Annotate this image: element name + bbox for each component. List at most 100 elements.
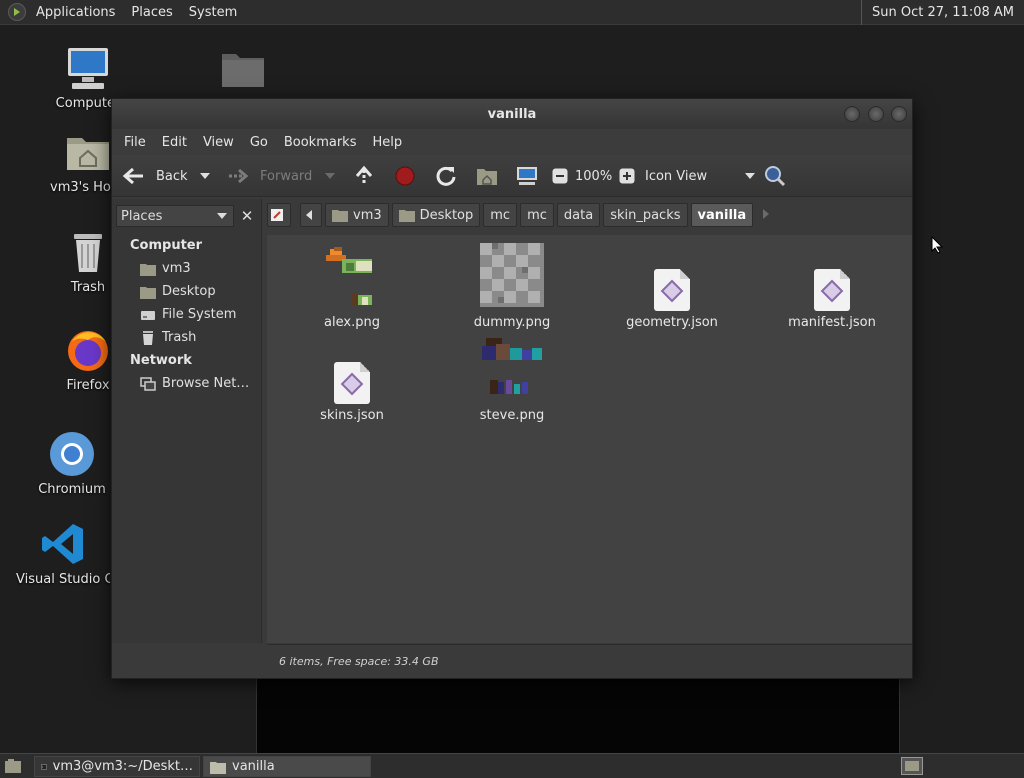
- breadcrumb-vanilla[interactable]: vanilla: [690, 203, 754, 227]
- menu-bookmarks[interactable]: Bookmarks: [276, 135, 365, 150]
- breadcrumb-desktop[interactable]: Desktop: [391, 203, 481, 227]
- image-thumbnail-icon: [476, 243, 548, 311]
- json-file-icon: [316, 336, 388, 404]
- applications-menu[interactable]: Applications: [28, 5, 123, 20]
- dropdown-arrow-icon: [200, 173, 210, 179]
- trash-icon: [143, 330, 153, 345]
- taskbar-item-vanilla[interactable]: vanilla: [203, 756, 371, 777]
- dropdown-arrow-icon: [745, 173, 755, 179]
- home-folder-icon: [332, 210, 348, 222]
- menu-file[interactable]: File: [116, 135, 154, 150]
- show-desktop-icon: [5, 759, 21, 773]
- bottom-panel: vm3@vm3:~/Deskt… vanilla: [0, 753, 1024, 778]
- up-arrow-icon: [355, 165, 373, 185]
- json-file-icon: [636, 243, 708, 311]
- search-button[interactable]: [764, 155, 786, 197]
- menu-go[interactable]: Go: [242, 135, 276, 150]
- home-folder-icon: [140, 263, 156, 276]
- places-sidebar: Places ✕ Computer vm3 Desktop File Syste…: [112, 199, 262, 643]
- breadcrumb-vm3[interactable]: vm3: [325, 203, 389, 227]
- maximize-button[interactable]: [868, 106, 884, 122]
- sidebar-section-network: Network: [130, 353, 192, 368]
- reload-button[interactable]: [435, 155, 457, 197]
- breadcrumb-mc-2[interactable]: mc: [520, 203, 554, 227]
- close-button[interactable]: [891, 106, 907, 122]
- desktop-folder-icon[interactable]: [221, 50, 265, 92]
- edit-location-button[interactable]: [267, 203, 291, 227]
- file-item-manifest[interactable]: manifest.json: [762, 243, 902, 330]
- back-arrow-icon: [122, 167, 143, 185]
- dropdown-arrow-icon: [217, 213, 227, 219]
- forward-button[interactable]: Forward: [226, 155, 312, 197]
- computer-icon: [517, 167, 537, 185]
- computer-button[interactable]: [516, 155, 538, 197]
- menu-edit[interactable]: Edit: [154, 135, 195, 150]
- file-item-steve[interactable]: steve.png: [442, 336, 582, 423]
- sidebar-item-trash[interactable]: Trash: [140, 330, 196, 345]
- desktop-folder-icon: [398, 210, 415, 222]
- breadcrumb-scroll-right[interactable]: [762, 208, 770, 223]
- breadcrumb-scroll-left[interactable]: [300, 203, 322, 227]
- forward-history-dropdown[interactable]: [325, 155, 335, 197]
- window-titlebar[interactable]: vanilla: [112, 99, 912, 129]
- file-item-alex[interactable]: alex.png: [282, 243, 422, 330]
- trash-icon: [64, 228, 112, 276]
- workspace-switcher[interactable]: [901, 757, 923, 778]
- dropdown-arrow-icon: [325, 173, 335, 179]
- desktop-folder-icon: [140, 286, 156, 299]
- sidebar-item-desktop[interactable]: Desktop: [140, 284, 216, 299]
- folder-icon: [210, 761, 226, 774]
- menu-help[interactable]: Help: [364, 135, 410, 150]
- close-sidebar-button[interactable]: ✕: [236, 205, 258, 227]
- file-icon-view[interactable]: alex.png dummy.png geometry.json manifes…: [267, 235, 912, 643]
- top-panel: Applications Places System Sun Oct 27, 1…: [0, 0, 1024, 25]
- clock[interactable]: Sun Oct 27, 11:08 AM: [861, 0, 1024, 25]
- sidebar-item-vm3[interactable]: vm3: [140, 261, 191, 276]
- reload-icon: [436, 166, 456, 186]
- show-desktop-button[interactable]: [4, 758, 22, 778]
- sidebar-item-file-system[interactable]: File System: [140, 307, 236, 322]
- desktop-icon-chromium[interactable]: Chromium: [26, 430, 118, 497]
- home-folder-icon: [477, 169, 497, 185]
- menu-view[interactable]: View: [195, 135, 242, 150]
- system-menu[interactable]: System: [181, 5, 245, 20]
- file-item-dummy[interactable]: dummy.png: [442, 243, 582, 330]
- vscode-icon: [39, 520, 87, 568]
- stop-icon: [395, 166, 415, 186]
- computer-icon: [64, 44, 112, 92]
- network-icon: [140, 376, 156, 391]
- zoom-level[interactable]: 100%: [575, 155, 612, 197]
- taskbar-item-terminal[interactable]: vm3@vm3:~/Deskt…: [34, 756, 200, 777]
- back-button[interactable]: Back: [122, 155, 188, 197]
- places-menu[interactable]: Places: [123, 5, 180, 20]
- breadcrumb-skin-packs[interactable]: skin_packs: [603, 203, 688, 227]
- minimize-button[interactable]: [844, 106, 860, 122]
- search-icon: [765, 166, 786, 187]
- back-history-dropdown[interactable]: [200, 155, 210, 197]
- zoom-out-icon: [552, 168, 568, 184]
- zoom-out-button[interactable]: [552, 155, 568, 197]
- desktop-icon-vscode[interactable]: Visual Studio Code: [16, 520, 110, 587]
- sidebar-type-select[interactable]: Places: [116, 205, 234, 227]
- terminal-window: [256, 679, 900, 753]
- zoom-in-button[interactable]: [619, 155, 635, 197]
- breadcrumb-data[interactable]: data: [556, 203, 601, 227]
- file-item-geometry[interactable]: geometry.json: [602, 243, 742, 330]
- zoom-in-icon: [619, 168, 635, 184]
- status-bar: 6 items, Free space: 33.4 GB: [267, 644, 912, 678]
- distro-logo-icon[interactable]: [8, 3, 26, 21]
- up-button[interactable]: [354, 155, 374, 197]
- breadcrumb-mc-1[interactable]: mc: [483, 203, 518, 227]
- view-mode-select[interactable]: Icon View: [645, 155, 755, 197]
- home-button[interactable]: [476, 155, 498, 197]
- sidebar-item-browse-network[interactable]: Browse Net…: [140, 376, 249, 391]
- stop-button[interactable]: [395, 155, 415, 197]
- file-manager-window: vanilla File Edit View Go Bookmarks Help…: [111, 98, 913, 679]
- home-folder-icon: [64, 128, 112, 176]
- window-title: vanilla: [487, 106, 537, 122]
- image-thumbnail-icon: [316, 243, 388, 311]
- image-thumbnail-icon: [476, 336, 548, 404]
- toolbar: Back Forward 100% Icon View: [112, 155, 912, 197]
- mouse-cursor-icon: [931, 236, 943, 254]
- file-item-skins[interactable]: skins.json: [282, 336, 422, 423]
